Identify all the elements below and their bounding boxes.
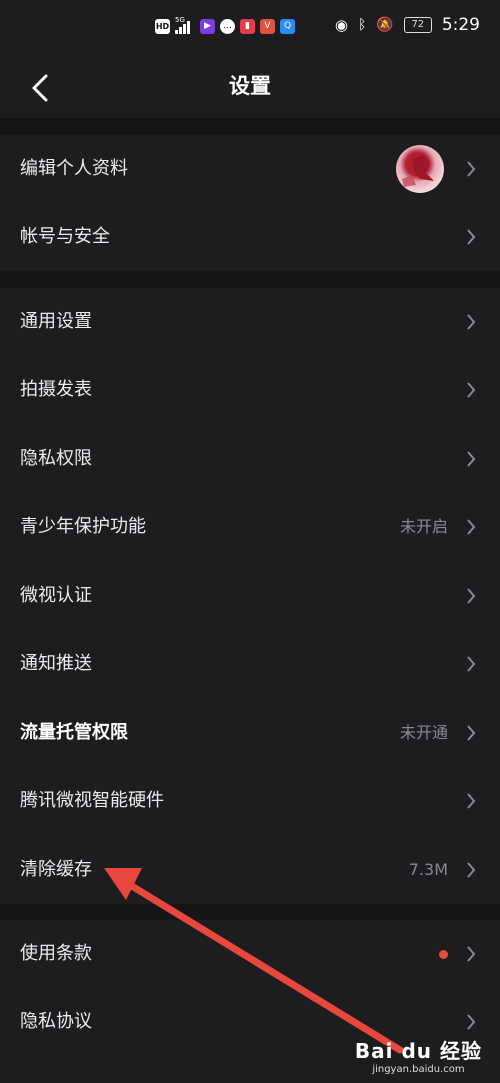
row-label: 隐私权限 (20, 448, 92, 469)
row-label: 腾讯微视智能硬件 (20, 790, 164, 811)
chevron-right-icon (467, 862, 476, 878)
chevron-right-icon (467, 382, 476, 398)
row-label: 清除缓存 (20, 859, 92, 880)
row-smart-hardware[interactable]: 腾讯微视智能硬件 (0, 767, 500, 835)
video-app-icon: V (260, 19, 275, 34)
battery-icon: 72 (403, 17, 432, 33)
book-app-icon: ▮ (240, 19, 255, 34)
row-account-security[interactable]: 帐号与安全 (0, 203, 500, 271)
chevron-right-icon (467, 656, 476, 672)
nav-header: 设置 (0, 58, 500, 118)
avatar (396, 145, 444, 193)
row-label: 编辑个人资料 (20, 158, 128, 179)
status-left-icons: HD 5G ▶ … ▮ V Q (155, 16, 295, 34)
row-terms-of-use[interactable]: 使用条款 (0, 920, 500, 988)
row-shooting-publish[interactable]: 拍摄发表 (0, 356, 500, 424)
chevron-right-icon (467, 725, 476, 741)
row-label: 青少年保护功能 (20, 516, 146, 537)
settings-group-account: 编辑个人资料 帐号与安全 (0, 135, 500, 271)
row-notifications[interactable]: 通知推送 (0, 630, 500, 698)
chevron-right-icon (467, 161, 476, 177)
hd-badge: HD (155, 19, 170, 34)
chevron-right-icon (467, 946, 476, 962)
clock: 5:29 (441, 15, 480, 35)
search-app-icon: Q (280, 19, 295, 34)
row-data-traffic-permission[interactable]: 流量托管权限 未开通 (0, 699, 500, 767)
bluetooth-icon: ᛒ (357, 17, 367, 33)
row-privacy-permissions[interactable]: 隐私权限 (0, 425, 500, 493)
status-bar: HD 5G ▶ … ▮ V Q ◉ ᛒ 🔕 72 5:29 (0, 0, 500, 58)
mute-bell-icon: 🔕 (376, 17, 394, 33)
page-title: 设置 (229, 74, 271, 98)
row-label: 隐私协议 (20, 1011, 92, 1032)
settings-group-general: 通用设置 拍摄发表 隐私权限 青少年保护功能 未开启 微视认证 通知推送 流量托… (0, 288, 500, 904)
row-youth-protection[interactable]: 青少年保护功能 未开启 (0, 493, 500, 561)
chevron-right-icon (467, 229, 476, 245)
row-value: 未开启 (399, 517, 448, 536)
chevron-right-icon (467, 314, 476, 330)
row-label: 通用设置 (20, 311, 92, 332)
watermark-url: jingyan.baidu.com (372, 1064, 465, 1075)
row-label: 使用条款 (20, 943, 92, 964)
row-label: 拍摄发表 (20, 379, 92, 400)
row-edit-profile[interactable]: 编辑个人资料 (0, 135, 500, 203)
chevron-right-icon (467, 451, 476, 467)
signal-icon: 5G (175, 16, 195, 34)
avatar-art-icon (402, 155, 434, 187)
cache-size: 7.3M (408, 860, 448, 879)
chevron-right-icon (467, 1014, 476, 1030)
row-label: 通知推送 (20, 653, 92, 674)
row-verification[interactable]: 微视认证 (0, 562, 500, 630)
row-label: 微视认证 (20, 585, 92, 606)
row-label: 流量托管权限 (20, 722, 128, 743)
network-type: 5G (175, 16, 185, 24)
row-clear-cache[interactable]: 清除缓存 7.3M (0, 836, 500, 904)
row-value: 未开通 (399, 723, 448, 742)
row-general-settings[interactable]: 通用设置 (0, 288, 500, 356)
eye-icon: ◉ (334, 16, 348, 34)
watermark-logo: Bai du 经验 (354, 1039, 482, 1063)
chat-notification-icon: … (220, 19, 235, 34)
chevron-right-icon (467, 519, 476, 535)
baidu-watermark: Bai du 经验 jingyan.baidu.com (355, 1035, 482, 1075)
chevron-right-icon (467, 793, 476, 809)
app-notification-icon: ▶ (200, 19, 215, 34)
row-label: 帐号与安全 (20, 226, 110, 247)
chevron-right-icon (467, 588, 476, 604)
new-badge-dot (439, 950, 448, 959)
status-right-icons: ◉ ᛒ 🔕 72 5:29 (335, 15, 480, 35)
